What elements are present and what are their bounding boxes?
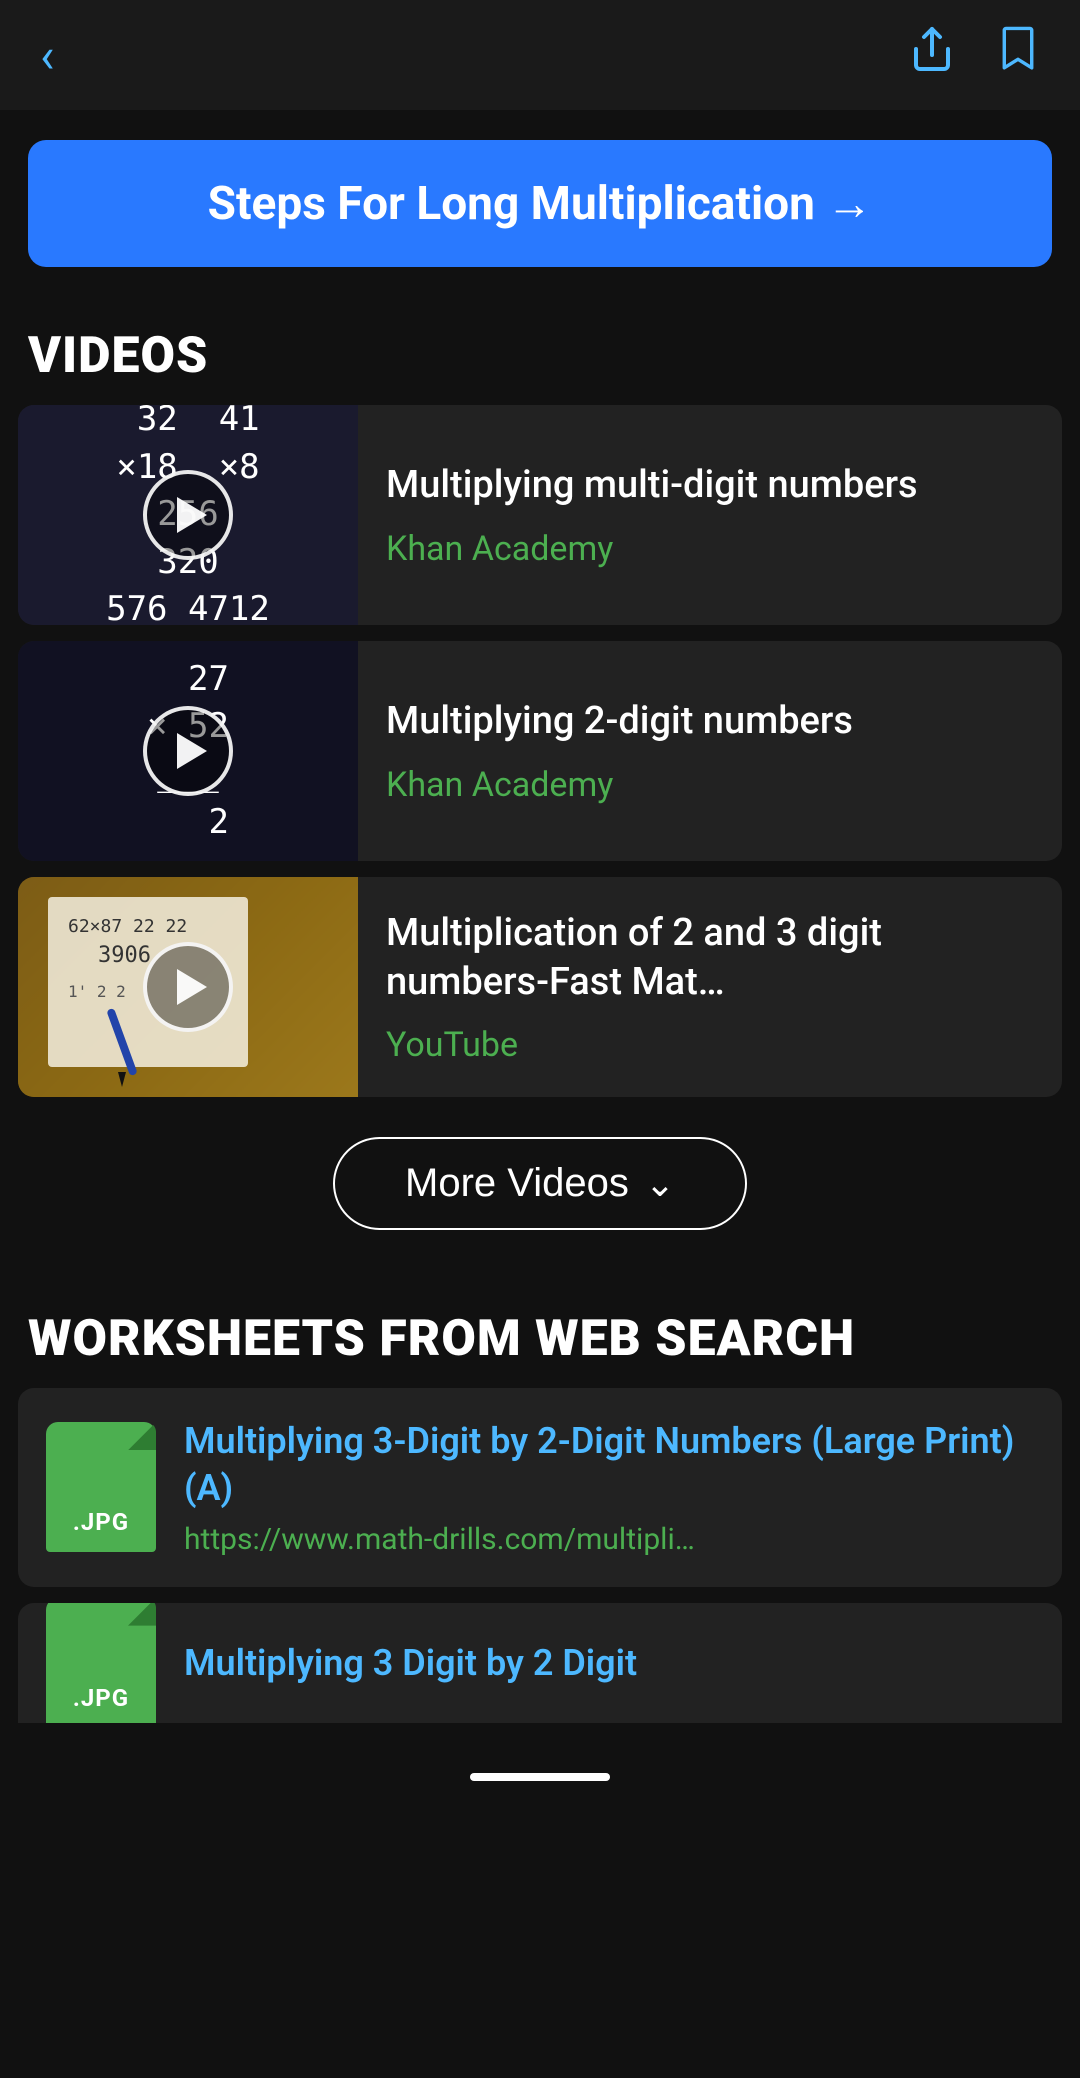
play-button: [143, 706, 233, 796]
file-type-label: .JPG: [73, 1508, 129, 1536]
file-icon-corner: [128, 1422, 156, 1450]
play-triangle: [177, 733, 207, 769]
video-source: YouTube: [386, 1025, 1034, 1065]
video-info: Multiplication of 2 and 3 digit numbers-…: [358, 877, 1062, 1097]
worksheet-card-partial[interactable]: .JPG Multiplying 3 Digit by 2 Digit: [18, 1603, 1062, 1723]
play-triangle: [177, 969, 207, 1005]
file-icon-corner: [128, 1603, 156, 1626]
videos-section-header: VIDEOS: [0, 297, 1080, 405]
video-card[interactable]: 27 × 52 ___ 2 Multiplying 2-digit number…: [18, 641, 1062, 861]
video-title: Multiplying 2-digit numbers: [386, 697, 1034, 746]
play-button: [143, 470, 233, 560]
chevron-down-icon: ⌄: [645, 1163, 675, 1205]
video-source: Khan Academy: [386, 529, 1034, 569]
bottom-bar: [0, 1743, 1080, 1811]
top-bar-right-icons: [908, 25, 1040, 85]
file-type-label: .JPG: [73, 1684, 129, 1712]
share-icon[interactable]: [908, 25, 956, 85]
play-button: [143, 942, 233, 1032]
more-videos-button[interactable]: More Videos ⌄: [333, 1137, 747, 1230]
worksheet-list: .JPG Multiplying 3-Digit by 2-Digit Numb…: [0, 1388, 1080, 1723]
cta-banner[interactable]: Steps For Long Multiplication →: [28, 140, 1052, 267]
video-thumbnail: 62×87 22 22 3906 1' 2 2: [18, 877, 358, 1097]
back-button[interactable]: ‹: [40, 27, 54, 84]
file-icon: .JPG: [46, 1603, 156, 1723]
video-thumbnail: 32 41 ×18 ×8 256 320 576 4712: [18, 405, 358, 625]
svg-text:3906: 3906: [98, 943, 151, 968]
svg-text:62×87 22 22: 62×87 22 22: [68, 916, 187, 937]
video-list: 32 41 ×18 ×8 256 320 576 4712 Multiplyin…: [0, 405, 1080, 1097]
worksheets-section: WORKSHEETS FROM WEB SEARCH .JPG Multiply…: [0, 1280, 1080, 1723]
video-thumbnail: 27 × 52 ___ 2: [18, 641, 358, 861]
worksheet-info: Multiplying 3 Digit by 2 Digit: [184, 1642, 1034, 1684]
worksheet-title: Multiplying 3-Digit by 2-Digit Numbers (…: [184, 1418, 1034, 1512]
play-triangle: [177, 497, 207, 533]
video-card[interactable]: 62×87 22 22 3906 1' 2 2 Multiplication o…: [18, 877, 1062, 1097]
video-title: Multiplying multi-digit numbers: [386, 461, 1034, 510]
worksheet-info: Multiplying 3-Digit by 2-Digit Numbers (…: [184, 1418, 1034, 1557]
video-info: Multiplying 2-digit numbers Khan Academy: [358, 641, 1062, 861]
worksheet-title-partial: Multiplying 3 Digit by 2 Digit: [184, 1642, 1034, 1684]
cta-banner-text: Steps For Long Multiplication →: [208, 176, 873, 231]
file-icon: .JPG: [46, 1422, 156, 1552]
bottom-indicator: [470, 1773, 610, 1781]
svg-text:1' 2 2: 1' 2 2: [68, 982, 126, 1001]
video-source: Khan Academy: [386, 765, 1034, 805]
worksheet-card[interactable]: .JPG Multiplying 3-Digit by 2-Digit Numb…: [18, 1388, 1062, 1587]
video-title: Multiplication of 2 and 3 digit numbers-…: [386, 909, 1034, 1008]
worksheet-url: https://www.math-drills.com/multipli…: [184, 1522, 1034, 1557]
worksheets-section-header: WORKSHEETS FROM WEB SEARCH: [0, 1280, 1080, 1388]
bookmark-icon[interactable]: [996, 25, 1040, 85]
top-navigation-bar: ‹: [0, 0, 1080, 110]
more-videos-label: More Videos: [405, 1161, 629, 1206]
more-videos-button-wrapper: More Videos ⌄: [0, 1137, 1080, 1230]
video-info: Multiplying multi-digit numbers Khan Aca…: [358, 405, 1062, 625]
video-card[interactable]: 32 41 ×18 ×8 256 320 576 4712 Multiplyin…: [18, 405, 1062, 625]
